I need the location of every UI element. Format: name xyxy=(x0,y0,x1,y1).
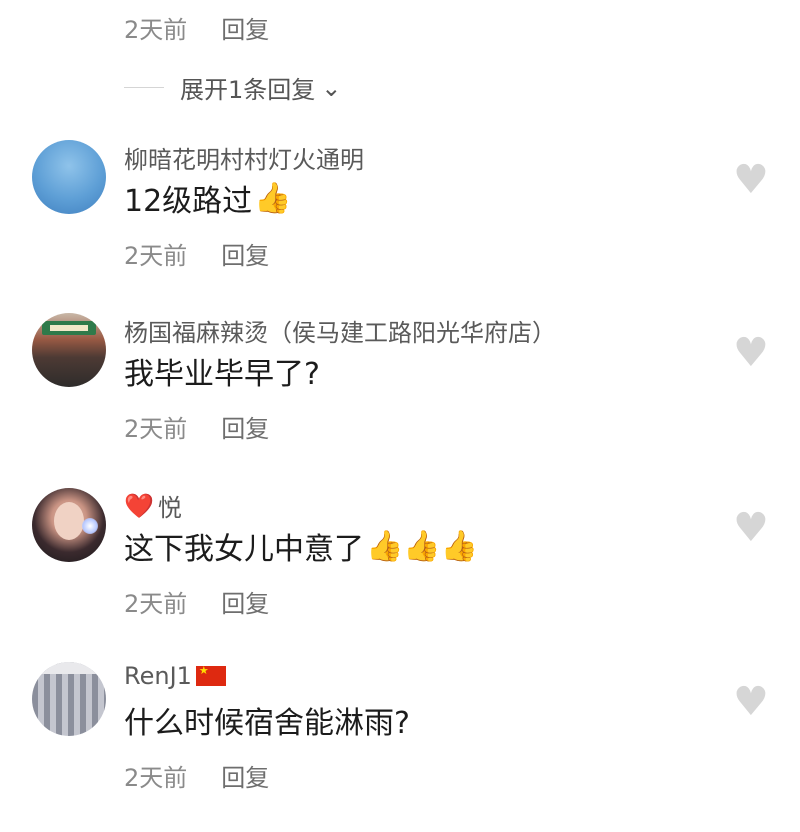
comment-text: 什么时候宿舍能淋雨? xyxy=(124,698,410,742)
divider xyxy=(124,87,164,88)
heart-icon[interactable]: ♥ xyxy=(733,682,769,722)
comment-text: 我毕业毕早了? xyxy=(124,349,320,393)
heart-icon[interactable]: ♥ xyxy=(733,508,769,548)
author-name: 杨国福麻辣烫（侯马建工路阳光华府店） xyxy=(124,319,556,347)
comment-time: 2天前 xyxy=(124,16,188,44)
comment-text-content: 12级路过 xyxy=(124,184,253,219)
china-flag-icon xyxy=(195,664,226,686)
reply-button[interactable]: 回复 xyxy=(221,236,269,271)
comment-author[interactable]: 柳暗花明村村灯火通明 xyxy=(124,140,364,175)
comment-author[interactable]: 杨国福麻辣烫（侯马建工路阳光华府店） xyxy=(124,313,556,348)
reply-button[interactable]: 回复 xyxy=(221,10,269,45)
expand-replies-label: 展开1条回复 xyxy=(180,76,316,104)
avatar-face xyxy=(54,502,84,540)
chevron-down-icon: ⌄ xyxy=(321,73,342,102)
comment-author[interactable]: ❤️ 悦 xyxy=(124,488,182,523)
author-name: RenJ1 xyxy=(124,662,192,690)
red-heart-emoji: ❤️ xyxy=(124,491,154,520)
comment-item: 杨国福麻辣烫（侯马建工路阳光华府店） 我毕业毕早了? 2天前 回复 ♥ xyxy=(0,313,800,483)
avatar[interactable] xyxy=(32,488,106,562)
heart-icon[interactable]: ♥ xyxy=(733,333,769,373)
comment-meta: 2天前 回复 xyxy=(124,236,269,271)
reply-button[interactable]: 回复 xyxy=(221,758,269,793)
comment-time: 2天前 xyxy=(124,242,188,270)
comment-item: ❤️ 悦 这下我女儿中意了 👍👍👍 2天前 回复 ♥ xyxy=(0,488,800,658)
author-name: 柳暗花明村村灯火通明 xyxy=(124,146,364,174)
comment-text-content: 这下我女儿中意了 xyxy=(124,532,364,567)
comment-author[interactable]: RenJ1 xyxy=(124,662,226,690)
shop-sign-image xyxy=(42,321,96,335)
reply-button[interactable]: 回复 xyxy=(221,584,269,619)
comment-meta: 2天前 回复 xyxy=(124,409,269,444)
comment-time: 2天前 xyxy=(124,764,188,792)
comment-item: 柳暗花明村村灯火通明 12级路过 👍 2天前 回复 ♥ xyxy=(0,140,800,310)
comment-meta: 2天前 回复 xyxy=(124,10,269,45)
author-name: 悦 xyxy=(157,494,182,522)
comment-meta: 2天前 回复 xyxy=(124,584,269,619)
thumbs-up-emoji: 👍👍👍 xyxy=(366,528,479,564)
avatar[interactable] xyxy=(32,313,106,387)
comment-text-content: 什么时候宿舍能淋雨? xyxy=(124,706,410,741)
comment-text-content: 我毕业毕早了? xyxy=(124,357,320,392)
avatar-light xyxy=(82,518,98,534)
comment-text: 12级路过 👍 xyxy=(124,176,292,220)
comment-meta: 2天前 回复 xyxy=(124,758,269,793)
thumbs-up-emoji: 👍 xyxy=(254,180,292,216)
avatar[interactable] xyxy=(32,662,106,736)
comment-text: 这下我女儿中意了 👍👍👍 xyxy=(124,524,478,568)
heart-icon[interactable]: ♥ xyxy=(733,160,769,200)
comment-time: 2天前 xyxy=(124,590,188,618)
comment-time: 2天前 xyxy=(124,415,188,443)
avatar[interactable] xyxy=(32,140,106,214)
expand-replies-button[interactable]: 展开1条回复 ⌄ xyxy=(124,70,341,105)
comment-item: RenJ1 什么时候宿舍能淋雨? 2天前 回复 ♥ xyxy=(0,662,800,832)
reply-button[interactable]: 回复 xyxy=(221,409,269,444)
